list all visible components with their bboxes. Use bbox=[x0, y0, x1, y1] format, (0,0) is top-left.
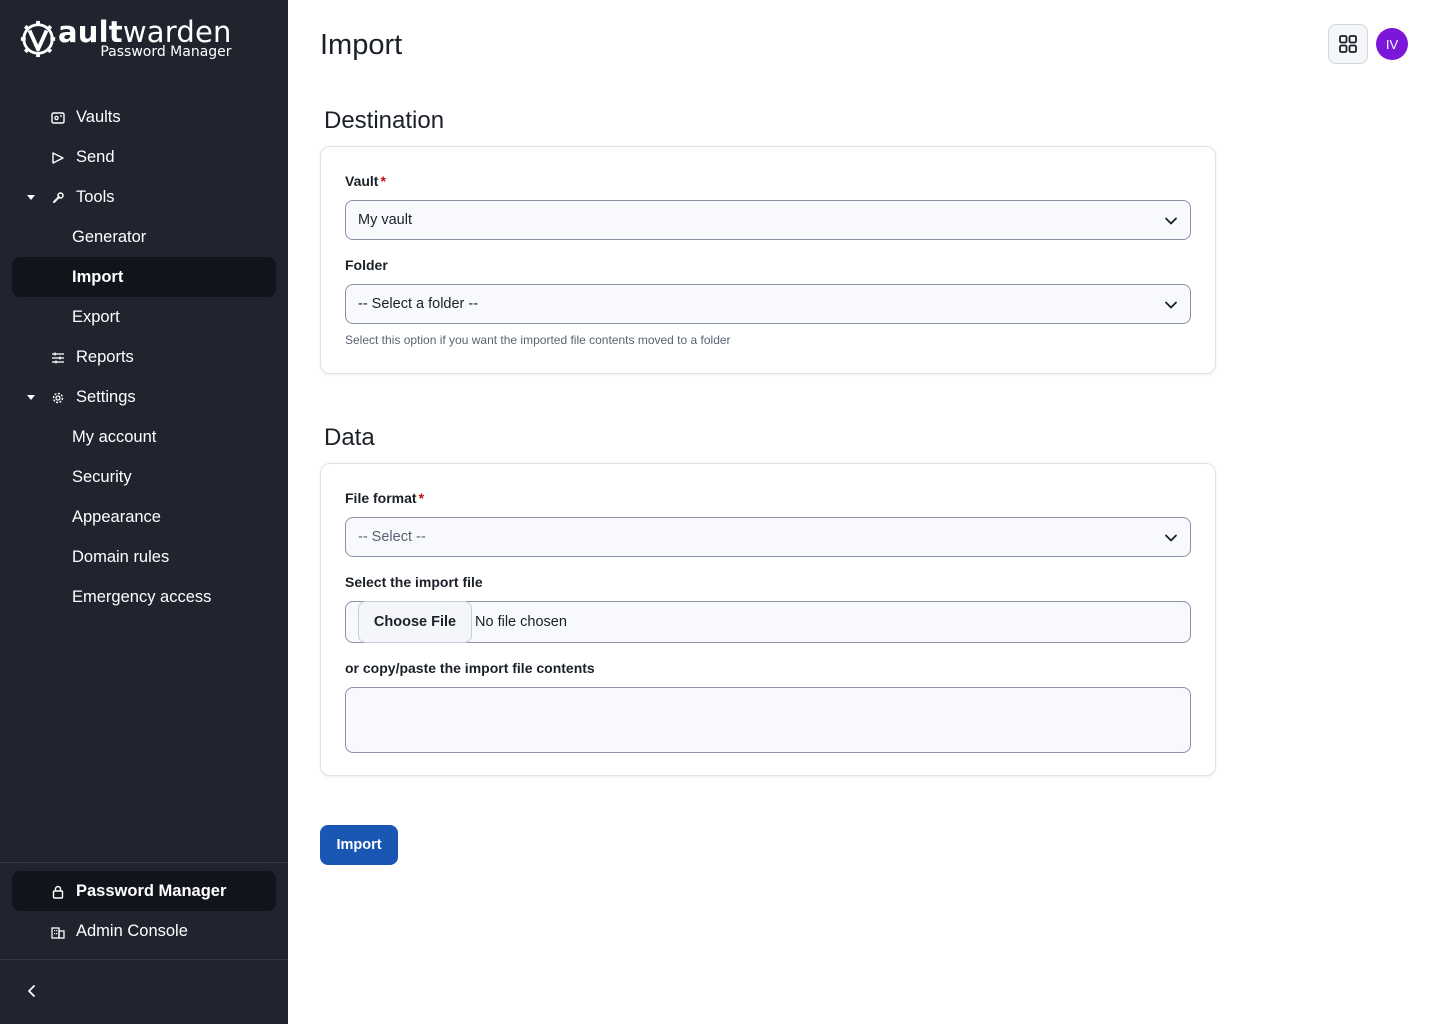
gear-logo-icon bbox=[20, 20, 56, 58]
building-icon bbox=[51, 927, 65, 939]
product-admin-console[interactable]: Admin Console bbox=[12, 911, 276, 951]
file-format-select[interactable]: -- Select -- bbox=[345, 517, 1191, 557]
sidebar-item-tools[interactable]: Tools bbox=[12, 177, 276, 217]
product-password-manager[interactable]: Password Manager bbox=[12, 871, 276, 911]
sidebar-item-label: Send bbox=[76, 147, 115, 166]
file-format-label: File format * bbox=[345, 490, 424, 506]
required-asterisk: * bbox=[380, 173, 386, 189]
send-icon bbox=[52, 152, 64, 164]
choose-file-button[interactable]: Choose File bbox=[358, 601, 472, 643]
sidebar-item-domain-rules[interactable]: Domain rules bbox=[12, 537, 276, 577]
sidebar-item-label: Emergency access bbox=[72, 587, 212, 606]
sidebar-item-label: Import bbox=[72, 267, 124, 286]
chevron-down-icon bbox=[1165, 217, 1177, 225]
caret-down-icon bbox=[27, 395, 35, 400]
sidebar-item-label: Export bbox=[72, 307, 120, 326]
sidebar-item-label: My account bbox=[72, 427, 157, 446]
vault-icon bbox=[51, 112, 65, 124]
folder-select-value: -- Select a folder -- bbox=[358, 296, 479, 312]
caret-down-icon bbox=[27, 195, 35, 200]
vault-label: Vault * bbox=[345, 173, 386, 189]
folder-select[interactable]: -- Select a folder -- bbox=[345, 284, 1191, 324]
gear-icon bbox=[52, 392, 64, 404]
sliders-icon bbox=[52, 352, 64, 364]
required-asterisk: * bbox=[418, 490, 425, 506]
sidebar-item-label: Tools bbox=[76, 187, 115, 206]
sidebar-item-vaults[interactable]: Vaults bbox=[12, 97, 276, 137]
sidebar-item-label: Vaults bbox=[76, 107, 121, 126]
product-switcher: Password Manager Admin Console bbox=[12, 871, 276, 951]
product-label: Admin Console bbox=[76, 921, 188, 940]
vault-select[interactable]: My vault bbox=[345, 200, 1191, 240]
import-file-input[interactable]: Choose File No file chosen bbox=[345, 601, 1191, 643]
vault-select-value: My vault bbox=[358, 212, 412, 228]
import-file-label: Select the import file bbox=[345, 574, 483, 590]
sidebar-item-label: Security bbox=[72, 467, 132, 486]
destination-card: Vault * My vault Folder -- Select a folde… bbox=[320, 146, 1216, 374]
section-title-data: Data bbox=[324, 424, 375, 451]
file-format-label-text: File format bbox=[345, 490, 417, 506]
avatar[interactable]: IV bbox=[1376, 28, 1408, 60]
file-status-text: No file chosen bbox=[475, 614, 567, 630]
paste-contents-label: or copy/paste the import file contents bbox=[345, 660, 595, 676]
sidebar-item-emergency-access[interactable]: Emergency access bbox=[12, 577, 276, 617]
sidebar-item-label: Reports bbox=[76, 347, 134, 366]
sidebar-item-label: Settings bbox=[76, 387, 136, 406]
product-switcher-button[interactable] bbox=[1328, 24, 1368, 64]
sidebar-item-import[interactable]: Import bbox=[12, 257, 276, 297]
divider bbox=[0, 862, 288, 863]
sidebar-item-label: Domain rules bbox=[72, 547, 170, 566]
sidebar-item-appearance[interactable]: Appearance bbox=[12, 497, 276, 537]
page-title: Import bbox=[320, 29, 403, 61]
product-label: Password Manager bbox=[76, 881, 227, 900]
chevron-down-icon bbox=[1165, 534, 1177, 542]
divider bbox=[0, 959, 288, 960]
section-title-destination: Destination bbox=[324, 107, 445, 134]
wrench-icon bbox=[53, 192, 64, 203]
paste-contents-textarea[interactable] bbox=[345, 687, 1191, 753]
sidebar-item-reports[interactable]: Reports bbox=[12, 337, 276, 377]
vaultwarden-logo[interactable]: aultwarden Password Manager bbox=[20, 18, 232, 70]
sidebar-nav: Vaults Send Tools Generator Import Expor… bbox=[12, 97, 276, 617]
sidebar: aultwarden Password Manager Vaults Send … bbox=[0, 0, 288, 1024]
grid-icon bbox=[1339, 35, 1357, 53]
file-format-select-value: -- Select -- bbox=[358, 529, 426, 545]
sidebar-item-security[interactable]: Security bbox=[12, 457, 276, 497]
folder-hint: Select this option if you want the impor… bbox=[345, 333, 731, 347]
folder-label: Folder bbox=[345, 257, 388, 273]
sidebar-item-settings[interactable]: Settings bbox=[12, 377, 276, 417]
chevron-down-icon bbox=[1165, 301, 1177, 309]
sidebar-item-generator[interactable]: Generator bbox=[12, 217, 276, 257]
data-card: File format * -- Select -- Select the imp… bbox=[320, 463, 1216, 776]
import-button[interactable]: Import bbox=[320, 825, 398, 865]
lock-icon bbox=[52, 885, 64, 899]
vault-label-text: Vault bbox=[345, 173, 379, 189]
chevron-left-icon[interactable] bbox=[22, 981, 42, 1001]
sidebar-item-my-account[interactable]: My account bbox=[12, 417, 276, 457]
sidebar-item-label: Generator bbox=[72, 227, 147, 246]
sidebar-item-label: Appearance bbox=[72, 507, 161, 526]
sidebar-item-export[interactable]: Export bbox=[12, 297, 276, 337]
sidebar-item-send[interactable]: Send bbox=[12, 137, 276, 177]
